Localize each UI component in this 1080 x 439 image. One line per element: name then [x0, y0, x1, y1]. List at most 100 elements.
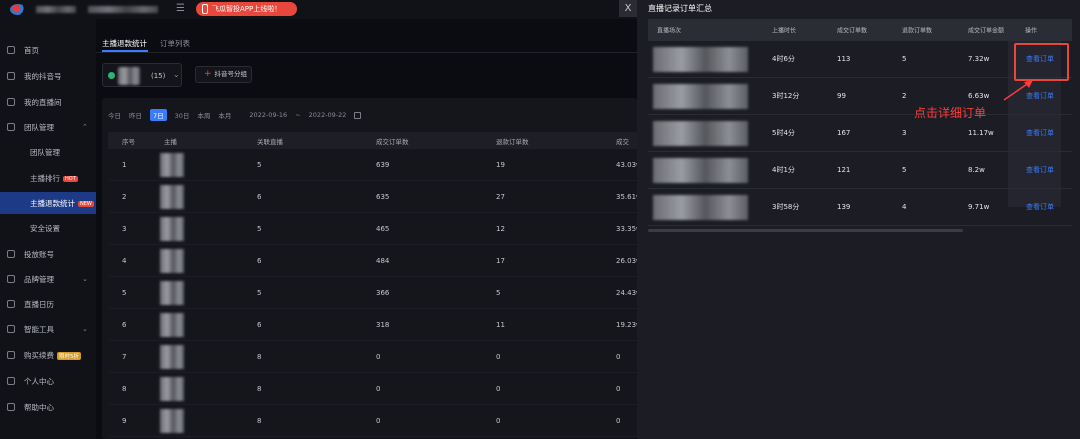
tv-icon [7, 98, 15, 106]
sidebar-item-live-calendar[interactable]: 直播日历 [0, 293, 96, 315]
cell-amount: 0 [616, 352, 621, 361]
cell-refunds: 5 [902, 55, 907, 63]
table-row: 8 8 0 0 0 [108, 373, 637, 405]
annotation-arrow [1003, 80, 1033, 101]
live-cover-thumbnail [653, 121, 748, 146]
filter-7-days[interactable]: 7日 [150, 109, 167, 121]
cell-order-amount: 7.32w [968, 55, 990, 63]
cell-related-live: 5 [257, 160, 262, 169]
highlight-box [1014, 43, 1069, 81]
app-promo-button[interactable]: 飞瓜智投APP上线啦！ [196, 2, 297, 16]
sidebar-item-security[interactable]: 安全设置 [0, 217, 96, 239]
calendar-icon[interactable] [354, 111, 362, 119]
status-dot [108, 72, 115, 79]
filter-30-days[interactable]: 30日 [175, 110, 190, 120]
cell-related-live: 6 [257, 192, 262, 201]
anchor-avatar [160, 217, 184, 241]
sidebar-item-label: 团队管理 [30, 147, 60, 157]
cell-index: 7 [122, 352, 127, 361]
cell-duration: 4时6分 [772, 55, 795, 63]
tab-refund-stats[interactable]: 主播退款统计 [102, 38, 147, 49]
sidebar-item-label: 购买续费 限时5折 [24, 350, 81, 361]
sidebar-item-ad-accounts[interactable]: 投放账号 [0, 243, 96, 265]
cell-order-amount: 6.63w [968, 92, 990, 100]
anchor-avatar [160, 313, 184, 337]
cell-related-live: 5 [257, 224, 262, 233]
sidebar: 首页 我的抖音号 我的直播间 团队管理 ⌃ 团队管理 主播排行 HOT 主播退款统… [0, 19, 96, 439]
sidebar-item-purchase[interactable]: 购买续费 限时5折 [0, 344, 96, 366]
tab-order-list[interactable]: 订单列表 [160, 38, 190, 49]
sidebar-item-team-management[interactable]: 团队管理 ⌃ [0, 116, 96, 138]
sidebar-item-label: 直播日历 [24, 299, 54, 309]
sidebar-item-label-text: 主播退款统计 [30, 198, 75, 208]
col-order-amount: 成交订单金额 [968, 27, 1005, 35]
sidebar-item-anchor-ranking[interactable]: 主播排行 HOT [0, 167, 96, 189]
cell-refunds: 11 [496, 320, 505, 329]
date-separator: ~ [295, 111, 301, 119]
cell-related-live: 8 [257, 416, 262, 425]
drawer-row: 5时4分 167 3 11.17w 查看订单 [648, 115, 1072, 152]
avatar [118, 67, 140, 85]
account-count: (15) [151, 72, 166, 80]
account-select[interactable]: (15) ⌄ [102, 63, 182, 87]
filter-today[interactable]: 今日 [108, 110, 121, 120]
sidebar-item-profile[interactable]: 个人中心 [0, 370, 96, 392]
close-drawer-button[interactable]: X [619, 0, 637, 17]
send-icon [7, 250, 15, 258]
horizontal-scrollbar[interactable] [648, 229, 963, 232]
filter-yesterday[interactable]: 昨日 [129, 110, 142, 120]
menu-icon[interactable]: ☰ [176, 3, 185, 14]
sidebar-item-brand-management[interactable]: 品牌管理 ⌄ [0, 268, 96, 290]
new-badge: NEW [78, 200, 94, 207]
cell-refunds: 4 [902, 203, 907, 211]
cell-orders: 99 [837, 92, 846, 100]
sidebar-item-label: 团队管理 [24, 122, 54, 132]
sidebar-item-smart-tools[interactable]: 智能工具 ⌄ [0, 318, 96, 340]
filter-this-month[interactable]: 本月 [218, 110, 231, 120]
anchor-avatar [160, 377, 184, 401]
cell-order-amount: 9.71w [968, 203, 990, 211]
tools-icon [7, 325, 15, 333]
sidebar-item-help[interactable]: 帮助中心 [0, 396, 96, 418]
sidebar-item-my-douyin[interactable]: 我的抖音号 [0, 65, 96, 87]
account-group-button[interactable]: + 抖音号分组 [195, 66, 252, 83]
sidebar-item-refund-stats[interactable]: 主播退款统计 NEW [0, 192, 96, 214]
phone-icon [202, 4, 208, 14]
table-row: 4 6 484 17 26.03w [108, 245, 642, 277]
view-orders-link[interactable]: 查看订单 [1026, 165, 1054, 175]
cell-refunds: 0 [496, 352, 501, 361]
top-bar: ☰ 飞瓜智投APP上线啦！ [0, 0, 637, 19]
col-related-live: 关联直播 [257, 137, 283, 146]
col-anchor: 主播 [164, 137, 177, 146]
cell-orders: 113 [837, 55, 851, 63]
cell-orders: 0 [376, 352, 381, 361]
col-amount: 成交 [616, 137, 629, 146]
sale-badge: 限时5折 [57, 351, 81, 360]
cell-orders: 167 [837, 129, 851, 137]
table-row: 1 5 639 19 43.03w [108, 149, 642, 181]
view-orders-link[interactable]: 查看订单 [1026, 202, 1054, 212]
sidebar-item-home[interactable]: 首页 [0, 39, 96, 61]
filter-this-week[interactable]: 本周 [197, 110, 210, 120]
team-icon [7, 123, 15, 131]
view-orders-link[interactable]: 查看订单 [1026, 128, 1054, 138]
anchor-avatar [160, 249, 184, 273]
help-icon [7, 403, 15, 411]
cell-refunds: 5 [902, 166, 907, 174]
sidebar-item-label: 安全设置 [30, 223, 60, 233]
cell-index: 5 [122, 288, 127, 297]
sidebar-item-label: 主播排行 HOT [30, 173, 78, 184]
app-logo[interactable] [10, 4, 26, 15]
sidebar-item-my-live-room[interactable]: 我的直播间 [0, 91, 96, 113]
refund-stats-table: 序号 主播 关联直播 成交订单数 退款订单数 成交 1 5 639 19 43.03w 2… [108, 132, 642, 437]
table-row: 3 5 465 12 33.35w [108, 213, 642, 245]
sidebar-item-team-manage-sub[interactable]: 团队管理 [0, 141, 96, 163]
table-row: 5 5 366 5 24.43w [108, 277, 642, 309]
date-start[interactable]: 2022-09-16 [249, 111, 287, 119]
chevron-down-icon: ⌄ [173, 70, 180, 79]
cell-orders: 465 [376, 224, 390, 233]
annotation-text: 点击详细订单 [914, 106, 987, 120]
drawer-row: 4时6分 113 5 7.32w 查看订单 [648, 41, 1072, 78]
hot-badge: HOT [63, 175, 78, 182]
date-end[interactable]: 2022-09-22 [309, 111, 347, 119]
